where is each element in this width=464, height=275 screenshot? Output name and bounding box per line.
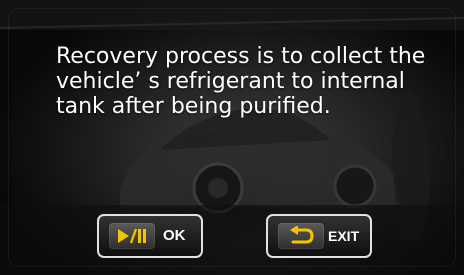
recovery-info-screen: Recovery process is to collect the vehic… <box>0 0 464 275</box>
recovery-description-text: Recovery process is to collect the vehic… <box>56 44 426 119</box>
exit-button-label: EXIT <box>328 228 360 244</box>
ok-button[interactable]: OK <box>97 214 203 258</box>
ok-button-label: OK <box>163 227 186 244</box>
exit-button[interactable]: EXIT <box>266 214 372 258</box>
workshop-background-image <box>0 0 464 275</box>
play-pause-icon <box>109 223 155 249</box>
return-arrow-icon <box>278 223 324 249</box>
